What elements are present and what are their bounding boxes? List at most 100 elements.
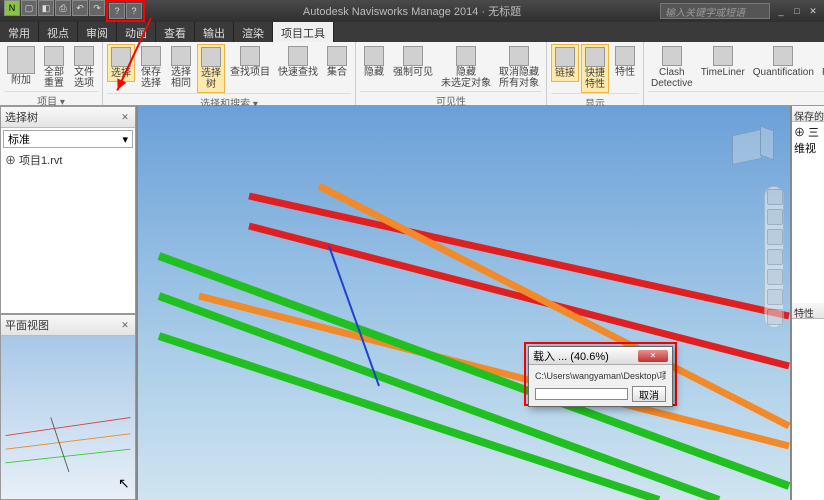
ribbon-tabs: 常用 视点 审阅 动画 查看 输出 渲染 项目工具: [0, 22, 824, 42]
tree-body[interactable]: ⊕ 项目1.rvt: [1, 150, 135, 313]
tab-home[interactable]: 常用: [0, 22, 39, 42]
qat-undo-icon[interactable]: ↶: [72, 0, 88, 16]
ribbon-icon: [364, 46, 384, 66]
ribbon-label: 附加: [11, 75, 31, 86]
ribbon-button[interactable]: Presenter: [819, 44, 824, 80]
ribbon-group: Clash DetectiveTimeLinerQuantificationPr…: [644, 42, 824, 105]
dialog-body: C:\Users\wangyaman\Desktop\项目1.rvt 取消: [529, 365, 672, 406]
ribbon-label: 特性: [615, 67, 635, 78]
saved-viewpoints-header: 保存的视点: [792, 106, 824, 122]
ribbon-icon: [327, 46, 347, 66]
dialog-titlebar: 载入 ... (40.6%) ✕: [529, 347, 672, 365]
plan-view-header: 平面视图 ✕: [1, 315, 135, 336]
tab-output[interactable]: 输出: [195, 22, 234, 42]
ribbon-label: 查找项目: [230, 67, 270, 78]
qat-new-icon[interactable]: ▢: [21, 0, 37, 16]
tab-review[interactable]: 审阅: [78, 22, 117, 42]
ribbon-button[interactable]: 取消隐藏 所有对象: [496, 44, 542, 91]
properties-body[interactable]: [792, 319, 824, 500]
ribbon-button[interactable]: 快捷 特性: [581, 44, 609, 93]
nav-wheel-icon[interactable]: [767, 189, 783, 205]
plan-view-panel: 平面视图 ✕: [0, 314, 136, 500]
ribbon-button[interactable]: 隐藏: [360, 44, 388, 80]
tree-item[interactable]: ⊕ 项目1.rvt: [5, 152, 131, 168]
window-controls: _ □ ✕: [770, 4, 824, 18]
nav-orbit-icon[interactable]: [767, 249, 783, 265]
ribbon-button[interactable]: 隐藏 未选定对象: [438, 44, 494, 91]
cancel-button[interactable]: 取消: [632, 386, 666, 402]
cursor-icon: ↖: [118, 475, 130, 492]
left-panels: 选择树 ✕ 标准▾ ⊕ 项目1.rvt 平面视图 ✕: [0, 106, 138, 500]
selection-tree-panel: 选择树 ✕ 标准▾ ⊕ 项目1.rvt: [0, 106, 136, 314]
view-cube[interactable]: [726, 126, 770, 170]
ribbon-button[interactable]: 查找项目: [227, 44, 273, 80]
qat-redo-icon[interactable]: ↷: [89, 0, 105, 16]
nav-pan-icon[interactable]: [767, 209, 783, 225]
loading-dialog: 载入 ... (40.6%) ✕ C:\Users\wangyaman\Desk…: [528, 346, 673, 407]
ribbon-label: 全部 重置: [44, 67, 64, 89]
ribbon-icon: [288, 46, 308, 66]
dialog-close-button[interactable]: ✕: [638, 350, 668, 362]
minimize-icon[interactable]: _: [774, 4, 788, 18]
app-menu-button[interactable]: N: [4, 0, 20, 16]
ribbon-button[interactable]: Quantification: [750, 44, 817, 80]
main-viewport[interactable]: 载入 ... (40.6%) ✕ C:\Users\wangyaman\Desk…: [138, 106, 790, 500]
ribbon-label: 链接: [555, 68, 575, 79]
ribbon-button[interactable]: 强制可见: [390, 44, 436, 80]
ribbon-button[interactable]: 选择 相同: [167, 44, 195, 91]
ribbon-label: 快捷 特性: [585, 68, 605, 90]
saved-viewpoints-body[interactable]: ⊕ 三维视: [792, 122, 824, 303]
nav-fly-icon[interactable]: [767, 309, 783, 325]
ribbon-icon: [509, 46, 529, 66]
qat-select-icon[interactable]: ?: [126, 3, 142, 19]
ribbon-group: 选择保存 选择选择 相同选择 树查找项目快速查找集合选择和搜索 ▾: [103, 42, 356, 105]
ribbon-icon: [662, 46, 682, 66]
tab-viewpoint[interactable]: 视点: [39, 22, 78, 42]
ribbon-label: 文件 选项: [74, 67, 94, 89]
ribbon-icon: [201, 47, 221, 67]
chevron-down-icon: ▾: [122, 133, 128, 146]
ribbon-label: 取消隐藏 所有对象: [499, 67, 539, 89]
tree-mode-dropdown[interactable]: 标准 ▾: [3, 130, 133, 148]
ribbon-button[interactable]: 集合: [323, 44, 351, 80]
qat-open-icon[interactable]: ◧: [38, 0, 54, 16]
ribbon-icon: [585, 47, 605, 67]
ribbon-button[interactable]: 特性: [611, 44, 639, 80]
ribbon-icon: [773, 46, 793, 66]
ribbon-label: 集合: [327, 67, 347, 78]
ribbon-label: 隐藏: [364, 67, 384, 78]
ribbon-button[interactable]: Clash Detective: [648, 44, 696, 91]
tab-render[interactable]: 渲染: [234, 22, 273, 42]
ribbon-button[interactable]: 快速查找: [275, 44, 321, 80]
nav-zoom-icon[interactable]: [767, 229, 783, 245]
qat-print-icon[interactable]: ⎙: [55, 0, 71, 16]
tab-animation[interactable]: 动画: [117, 22, 156, 42]
nav-walk-icon[interactable]: [767, 289, 783, 305]
maximize-icon[interactable]: □: [790, 4, 804, 18]
tab-item-tools[interactable]: 项目工具: [273, 22, 334, 42]
panel-close-icon[interactable]: ✕: [119, 111, 131, 123]
ribbon-button[interactable]: 链接: [551, 44, 579, 82]
viewpoint-item[interactable]: ⊕ 三维视: [794, 124, 822, 156]
ribbon-button[interactable]: TimeLiner: [698, 44, 748, 80]
ribbon-button[interactable]: 保存 选择: [137, 44, 165, 91]
panel-close-icon[interactable]: ✕: [119, 319, 131, 331]
ribbon-group: 链接快捷 特性特性显示: [547, 42, 644, 105]
nav-look-icon[interactable]: [767, 269, 783, 285]
tree-mode-value: 标准: [8, 131, 30, 147]
qat-refresh-icon[interactable]: ?: [109, 3, 125, 19]
ribbon-button[interactable]: 附加: [4, 44, 38, 88]
ribbon-icon: [615, 46, 635, 66]
help-search-input[interactable]: 输入关键字或短语: [660, 3, 770, 19]
ribbon-button[interactable]: 文件 选项: [70, 44, 98, 91]
app-title: Autodesk Navisworks Manage 2014 · 无标题: [303, 3, 521, 19]
tab-view[interactable]: 查看: [156, 22, 195, 42]
ribbon-icon: [141, 46, 161, 66]
ribbon-button[interactable]: 全部 重置: [40, 44, 68, 91]
model-lines: [138, 106, 790, 500]
ribbon-button[interactable]: 选择 树: [197, 44, 225, 93]
right-panels: 保存的视点 ⊕ 三维视 特性: [790, 106, 824, 500]
ribbon-icon: [74, 46, 94, 66]
close-icon[interactable]: ✕: [806, 4, 820, 18]
plan-view-canvas[interactable]: [1, 336, 135, 499]
